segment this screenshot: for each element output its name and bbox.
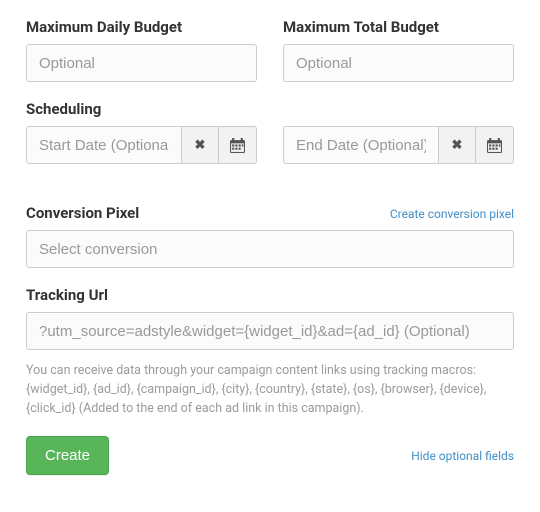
start-date-input[interactable] bbox=[26, 126, 181, 164]
hide-optional-link[interactable]: Hide optional fields bbox=[411, 449, 514, 463]
calendar-icon bbox=[230, 138, 245, 153]
clear-start-date-button[interactable]: ✖ bbox=[181, 126, 219, 164]
end-date-input[interactable] bbox=[283, 126, 438, 164]
create-button[interactable]: Create bbox=[26, 436, 109, 475]
max-total-budget-input[interactable] bbox=[283, 44, 514, 82]
conversion-pixel-label: Conversion Pixel bbox=[26, 204, 139, 222]
create-conversion-link[interactable]: Create conversion pixel bbox=[390, 207, 514, 221]
clear-end-date-button[interactable]: ✖ bbox=[438, 126, 476, 164]
max-total-budget-label: Maximum Total Budget bbox=[283, 18, 514, 36]
max-daily-budget-label: Maximum Daily Budget bbox=[26, 18, 257, 36]
start-date-picker-button[interactable] bbox=[219, 126, 257, 164]
close-icon: ✖ bbox=[195, 138, 206, 153]
calendar-icon bbox=[487, 138, 502, 153]
conversion-pixel-select[interactable] bbox=[26, 230, 514, 268]
tracking-url-label: Tracking Url bbox=[26, 286, 514, 304]
max-daily-budget-input[interactable] bbox=[26, 44, 257, 82]
close-icon: ✖ bbox=[452, 138, 463, 153]
tracking-help-text: You can receive data through your campai… bbox=[26, 362, 514, 418]
tracking-url-input[interactable] bbox=[26, 312, 514, 350]
end-date-picker-button[interactable] bbox=[476, 126, 514, 164]
scheduling-label: Scheduling bbox=[26, 100, 514, 118]
